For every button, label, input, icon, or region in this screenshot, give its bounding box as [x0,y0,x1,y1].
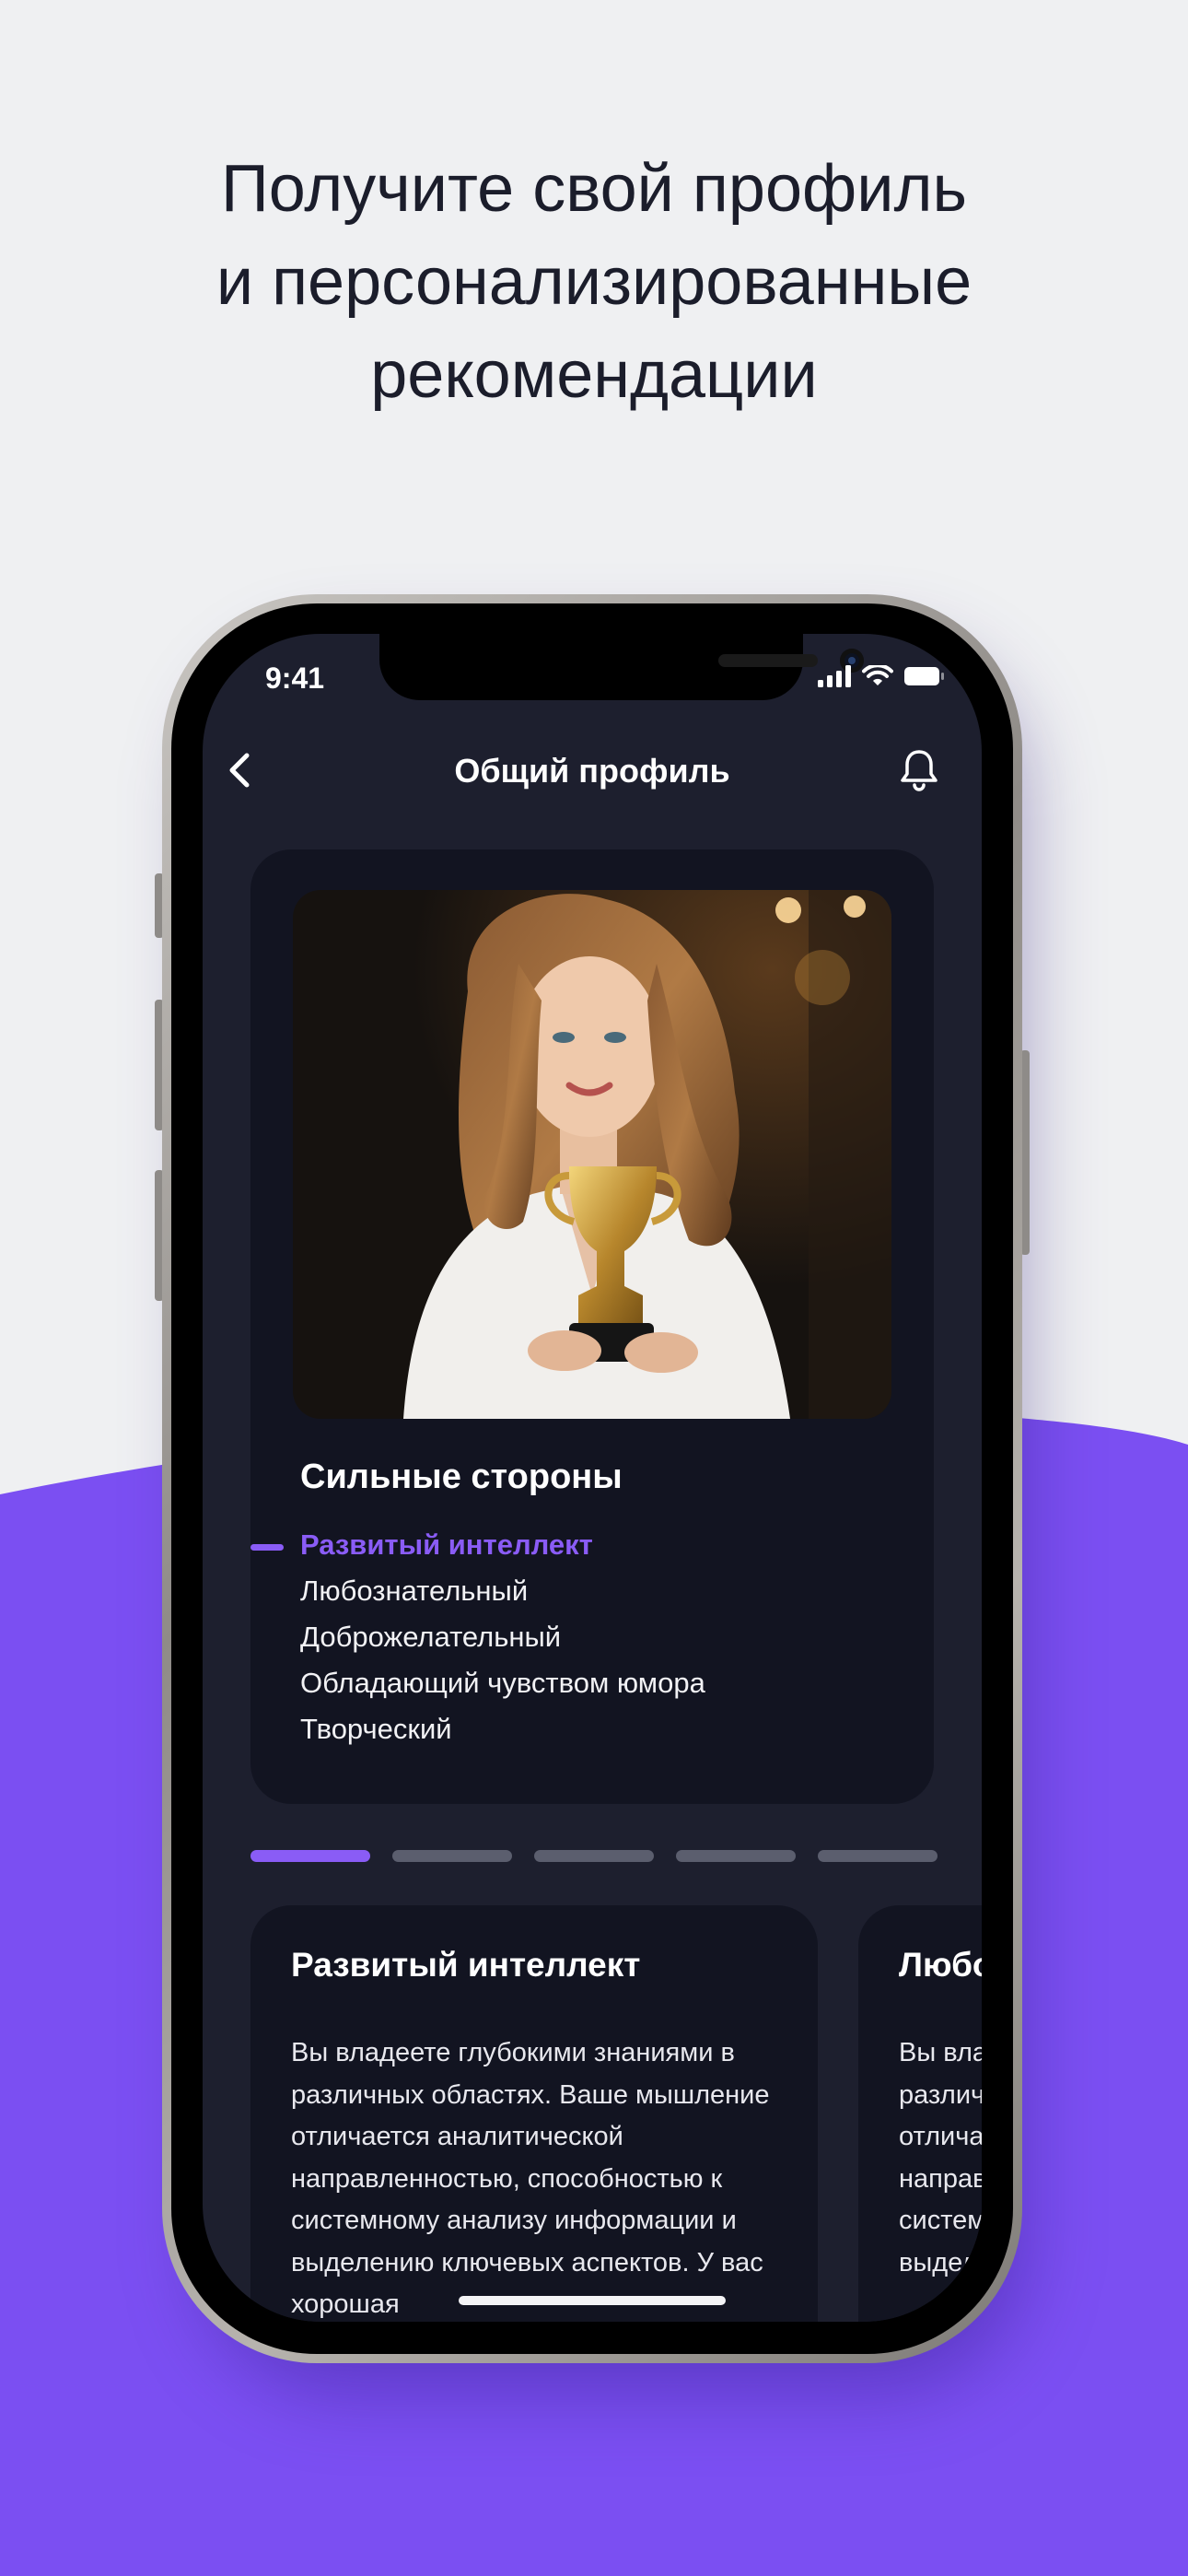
strength-item-4[interactable]: Обладающий чувством юмора [300,1660,705,1706]
signal-icon [818,665,851,687]
page-dot-2[interactable] [392,1850,512,1862]
page-title: Общий профиль [454,752,730,790]
detail-card-text: Вы владеете глубокими знаниями в различн… [291,2038,770,2319]
page-dot-4[interactable] [676,1850,796,1862]
promo-headline: Получите свой профиль и персонализирован… [0,143,1188,422]
profile-card[interactable]: Сильные стороны Развитый интеллект Любоз… [250,849,934,1804]
page-dot-1[interactable] [250,1850,370,1862]
strength-item-3[interactable]: Доброжелательный [300,1614,705,1660]
page-dot-5[interactable] [818,1850,938,1862]
headline-line-2: и персонализированные [215,245,973,319]
speaker-grille [718,654,818,667]
profile-photo [293,890,891,1419]
battery-icon [904,667,944,685]
strength-item-2[interactable]: Любознательный [300,1568,705,1614]
strength-item-5[interactable]: Творческий [300,1706,705,1752]
strengths-title: Сильные стороны [300,1458,623,1496]
strengths-list: Развитый интеллект Любознательный Доброж… [300,1522,705,1752]
home-indicator[interactable] [459,2296,726,2305]
headline-line-1: Получите свой профиль [221,152,967,226]
detail-card-title: Развитый интеллект [291,1946,641,1984]
detail-card-1[interactable]: Развитый интеллект Вы владеете глубокими… [250,1905,818,2322]
page-dot-3[interactable] [534,1850,654,1862]
strength-item-1[interactable]: Развитый интеллект [300,1522,705,1568]
wifi-icon [862,665,893,685]
status-time: 9:41 [265,662,325,695]
page-indicator [250,1850,938,1862]
status-icons [818,665,945,687]
phone-notch [379,634,864,700]
detail-card-text: Вы владеете глубокими знаниями в различн… [899,2038,982,2277]
active-strength-marker [250,1544,284,1551]
detail-card-title: Любознательный [899,1946,982,1984]
bell-icon[interactable] [893,744,945,796]
app-screen: 9:41 Общий профиль Сильные стороны Разви… [203,634,982,2322]
headline-line-3: рекомендации [370,338,818,412]
detail-card-2[interactable]: Любознательный Вы владеете глубокими зна… [858,1905,982,2322]
